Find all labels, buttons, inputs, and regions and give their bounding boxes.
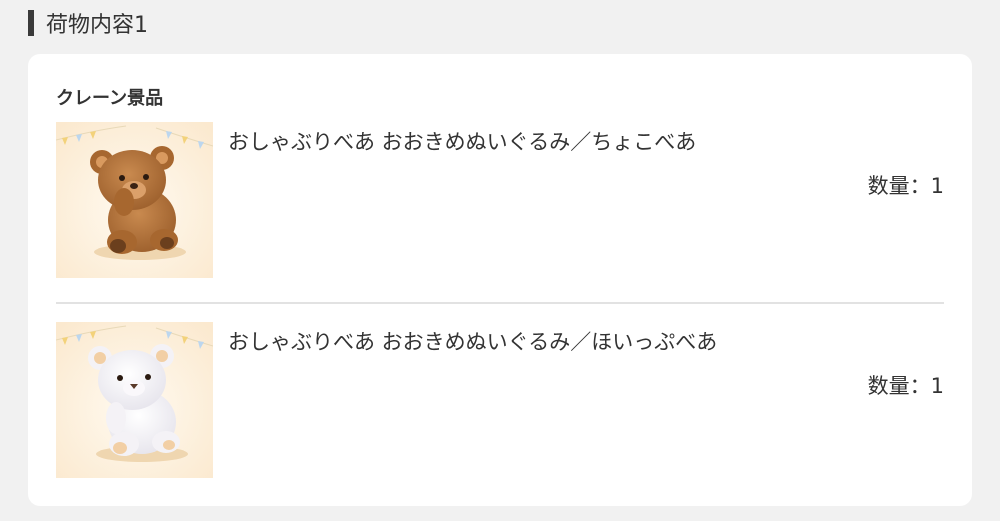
item-name: おしゃぶりべあ おおきめぬいぐるみ／ちょこべあ	[228, 130, 697, 154]
section-accent-bar	[28, 10, 34, 36]
item-quantity: 数量：1	[867, 374, 944, 398]
item-quantity: 数量：1	[867, 174, 944, 198]
section-title: 荷物内容1	[46, 13, 148, 38]
item-divider	[56, 302, 944, 304]
list-item[interactable]: おしゃぶりべあ おおきめぬいぐるみ／ちょこべあ 数量：1	[56, 122, 944, 280]
item-name: おしゃぶりべあ おおきめぬいぐるみ／ほいっぷべあ	[228, 330, 718, 354]
brown-teddy-bear-image	[56, 122, 213, 278]
white-teddy-bear-image	[56, 322, 213, 478]
list-item[interactable]: おしゃぶりべあ おおきめぬいぐるみ／ほいっぷべあ 数量：1	[56, 322, 944, 480]
package-contents-card: クレーン景品 おしゃぶりべあ おおきめぬいぐるみ／ちょこべあ 数量：1 おしゃぶ…	[28, 54, 972, 506]
section-header: 荷物内容1	[28, 8, 148, 38]
category-label: クレーン景品	[56, 88, 164, 109]
